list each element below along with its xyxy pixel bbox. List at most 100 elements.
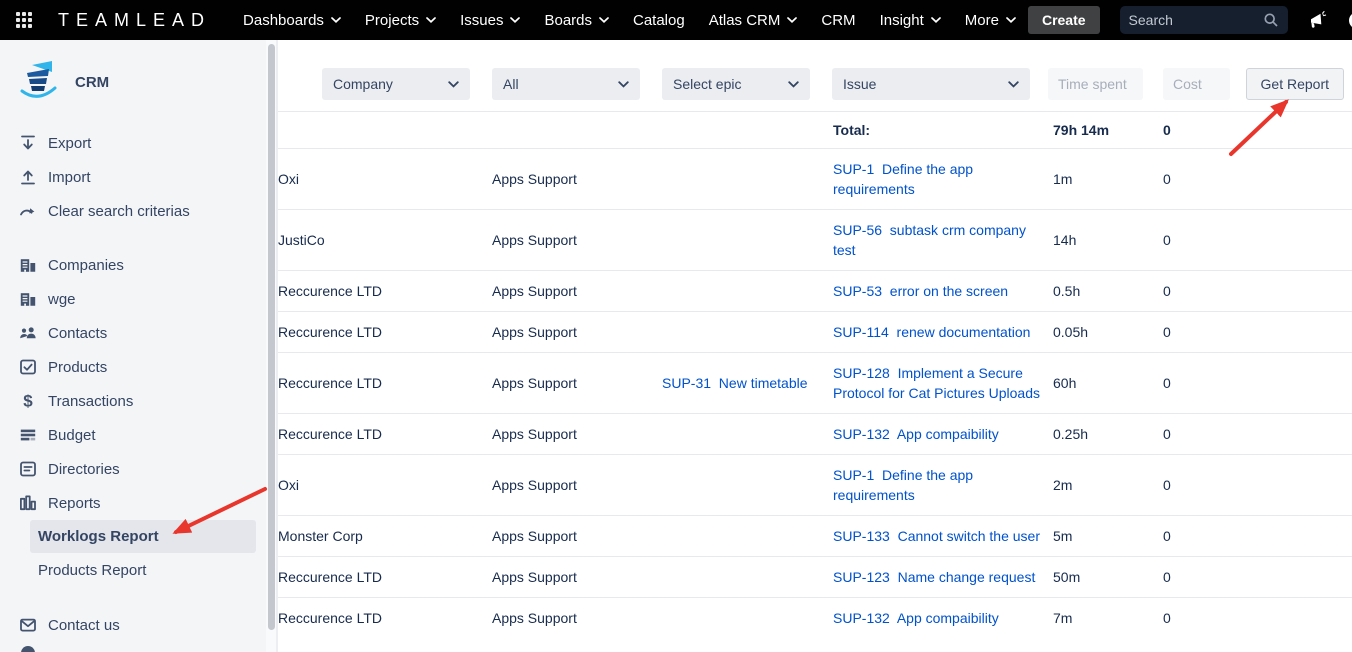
epic-link[interactable]: SUP-31 New timetable [662,375,808,391]
issue-link[interactable]: SUP-132 App compaibility [833,610,999,626]
product-box-icon [18,357,38,377]
sidebar-item-label: Companies [48,257,124,274]
company-cell: Reccurence LTD [278,414,492,455]
epic-cell [662,312,833,353]
time-spent-cell: 1m [1053,149,1163,210]
epic-filter-value: Select epic [673,76,741,92]
app-switcher-icon[interactable] [16,12,32,28]
app-logo[interactable]: TEAMLEAD [58,10,211,31]
issue-cell: SUP-1 Define the app requirements [833,149,1053,210]
total-label: Total: [833,112,1053,149]
project-cell: Apps Support [492,414,662,455]
chevron-down-icon [788,81,799,88]
issue-link[interactable]: SUP-133 Cannot switch the user [833,528,1040,544]
sidebar-scrollbar-thumb[interactable] [268,44,275,630]
issue-cell: SUP-123 Name change request [833,557,1053,598]
nav-item-catalog[interactable]: Catalog [633,12,685,29]
sidebar-item-label: wge [48,291,76,308]
issue-link[interactable]: SUP-1 Define the app requirements [833,161,977,197]
cost-placeholder: Cost [1173,76,1202,92]
sidebar-item-clear-search-criterias[interactable]: Clear search criterias [0,194,266,228]
issue-filter-value: Issue [843,76,876,92]
worklog-row: JustiCoApps SupportSUP-56 subtask crm co… [278,210,1352,271]
directory-icon [18,459,38,479]
cost-input[interactable]: Cost [1163,68,1230,100]
sidebar-item-wge[interactable]: wge [0,282,266,316]
project-cell: Apps Support [492,455,662,516]
report-filter-bar: Company All Select epic Issue Time spent… [322,68,1352,100]
primary-nav: Dashboards Projects Issues Boards Catalog Atl… [231,12,1028,29]
nav-item-atlas-crm[interactable]: Atlas CRM [709,12,798,29]
chevron-down-icon [448,81,459,88]
crm-cup-logo-icon [14,58,62,106]
issue-filter-dropdown[interactable]: Issue [832,68,1030,100]
envelope-icon [18,615,38,635]
epic-cell [662,455,833,516]
sidebar-app-title: CRM [75,74,109,91]
epic-filter-dropdown[interactable]: Select epic [662,68,810,100]
cost-cell: 0 [1163,598,1352,639]
sidebar-item-export[interactable]: Export [0,126,266,160]
time-spent-cell: 7m [1053,598,1163,639]
worklog-row: OxiApps SupportSUP-1 Define the app requ… [278,149,1352,210]
nav-item-label: Insight [880,12,924,29]
time-spent-input[interactable]: Time spent [1048,68,1143,100]
issue-cell: SUP-1 Define the app requirements [833,455,1053,516]
sidebar-item-contacts[interactable]: Contacts [0,316,266,350]
nav-item-crm[interactable]: CRM [821,12,855,29]
sidebar-item-companies[interactable]: Companies [0,248,266,282]
nav-item-boards[interactable]: Boards [544,12,609,29]
cost-cell: 0 [1163,271,1352,312]
cost-cell: 0 [1163,312,1352,353]
issue-link[interactable]: SUP-123 Name change request [833,569,1035,585]
sidebar-item-label: Transactions [48,393,133,410]
time-spent-cell: 50m [1053,557,1163,598]
nav-item-dashboards[interactable]: Dashboards [243,12,341,29]
sidebar-item-budget[interactable]: Budget [0,418,266,452]
dollar-icon: $ [18,391,38,411]
issue-link[interactable]: SUP-132 App compaibility [833,426,999,442]
search-input[interactable] [1129,12,1263,28]
chevron-down-icon [931,17,941,23]
issue-cell: SUP-132 App compaibility [833,598,1053,639]
sidebar-item-products[interactable]: Products [0,350,266,384]
help-icon[interactable]: ? [1349,12,1352,29]
nav-item-more[interactable]: More [965,12,1016,29]
issue-link[interactable]: SUP-53 error on the screen [833,283,1008,299]
issue-link[interactable]: SUP-1 Define the app requirements [833,467,977,503]
chevron-down-icon [618,81,629,88]
sidebar-item-label: Import [48,169,91,186]
issue-link[interactable]: SUP-56 subtask crm company test [833,222,1030,258]
export-icon [18,133,38,153]
nav-item-issues[interactable]: Issues [460,12,520,29]
company-filter-dropdown[interactable]: Company [322,68,470,100]
sidebar-subitem-products-report[interactable]: Products Report [30,553,256,587]
company-cell: Reccurence LTD [278,557,492,598]
status-filter-dropdown[interactable]: All [492,68,640,100]
top-navigation-bar: TEAMLEAD Dashboards Projects Issues Boards C… [0,0,1352,40]
nav-item-projects[interactable]: Projects [365,12,436,29]
get-report-button[interactable]: Get Report [1246,68,1344,100]
crm-sidebar: CRM Export Import Clear search criterias C… [0,40,266,652]
search-box[interactable] [1120,6,1288,34]
table-total-row: Total:79h 14m0 [278,112,1352,149]
sidebar-item-import[interactable]: Import [0,160,266,194]
sidebar-item-reports[interactable]: Reports [0,486,266,520]
nav-item-insight[interactable]: Insight [880,12,941,29]
nav-item-label: Atlas CRM [709,12,781,29]
company-cell: Reccurence LTD [278,353,492,414]
create-button[interactable]: Create [1028,6,1100,34]
sidebar-item-transactions[interactable]: $ Transactions [0,384,266,418]
sidebar-subitem-label: Worklogs Report [38,528,159,545]
sidebar-item-contact-us[interactable]: Contact us [0,608,266,642]
worklog-row: OxiApps SupportSUP-1 Define the app requ… [278,455,1352,516]
svg-text:$: $ [23,392,33,411]
sidebar-subitem-worklogs-report[interactable]: Worklogs Report [30,520,256,553]
time-spent-placeholder: Time spent [1058,76,1127,92]
issue-link[interactable]: SUP-114 renew documentation [833,324,1030,340]
sidebar-item-directories[interactable]: Directories [0,452,266,486]
issue-link[interactable]: SUP-128 Implement a Secure Protocol for … [833,365,1040,401]
epic-cell [662,414,833,455]
announcement-megaphone-icon[interactable] [1308,10,1328,30]
sidebar-item-label: Clear search criterias [48,203,190,220]
